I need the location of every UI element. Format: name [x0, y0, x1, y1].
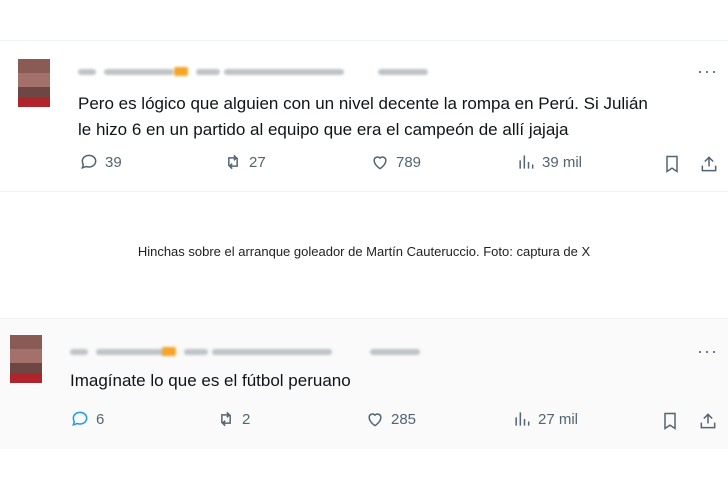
views-count: 39 mil — [542, 153, 583, 171]
reply-button[interactable]: 39 — [79, 152, 122, 172]
action-bar: 39 27 789 39 mil — [0, 152, 728, 176]
like-icon — [373, 156, 387, 170]
avatar[interactable] — [18, 59, 50, 107]
retweet-icon — [228, 154, 238, 170]
retweet-button[interactable]: 27 — [223, 152, 266, 172]
share-button[interactable] — [699, 154, 719, 179]
reply-button[interactable]: 6 — [70, 409, 104, 429]
like-count: 285 — [391, 410, 417, 428]
tweet-text: Imagínate lo que es el fútbol peruano — [70, 368, 351, 394]
views-button[interactable]: 39 mil — [516, 152, 582, 172]
more-icon[interactable]: ··· — [697, 341, 718, 362]
tweet-text-line: Imagínate lo que es el fútbol peruano — [70, 371, 351, 390]
tweet-text: Pero es lógico que alguien con un nivel … — [78, 91, 648, 143]
retweet-count: 27 — [249, 153, 266, 171]
avatar[interactable] — [10, 335, 42, 383]
like-button[interactable]: 285 — [365, 409, 416, 429]
tweet-card[interactable]: ··· Pero es lógico que alguien con un ni… — [0, 40, 728, 192]
author-header[interactable] — [70, 345, 430, 359]
like-button[interactable]: 789 — [370, 152, 421, 172]
bookmark-icon — [666, 155, 678, 173]
tweet-card[interactable]: ··· Imagínate lo que es el fútbol peruan… — [0, 318, 728, 449]
reply-count: 6 — [96, 410, 105, 428]
reply-icon — [72, 411, 88, 427]
share-icon — [701, 156, 717, 172]
author-header[interactable] — [78, 65, 438, 79]
tweet-text-line: Pero es lógico que alguien con un nivel … — [78, 94, 648, 113]
views-icon — [515, 412, 530, 426]
views-icon — [519, 155, 534, 169]
bookmark-icon — [664, 412, 676, 430]
retweet-icon — [221, 411, 231, 427]
share-button[interactable] — [698, 411, 718, 436]
bookmark-button[interactable] — [662, 154, 682, 179]
like-count: 789 — [396, 153, 422, 171]
like-icon — [368, 413, 382, 427]
retweet-count: 2 — [242, 410, 251, 428]
tweet-text-line: le hizo 6 en un partido al equipo que er… — [78, 120, 569, 139]
photo-caption: Hinchas sobre el arranque goleador de Ma… — [137, 244, 591, 259]
action-bar: 6 2 285 27 mil — [0, 409, 728, 433]
reply-icon — [81, 154, 97, 170]
more-icon[interactable]: ··· — [697, 61, 718, 82]
reply-count: 39 — [105, 153, 122, 171]
retweet-button[interactable]: 2 — [216, 409, 250, 429]
bookmark-button[interactable] — [660, 411, 680, 436]
views-count: 27 mil — [538, 410, 579, 428]
views-button[interactable]: 27 mil — [512, 409, 578, 429]
share-icon — [700, 413, 716, 429]
